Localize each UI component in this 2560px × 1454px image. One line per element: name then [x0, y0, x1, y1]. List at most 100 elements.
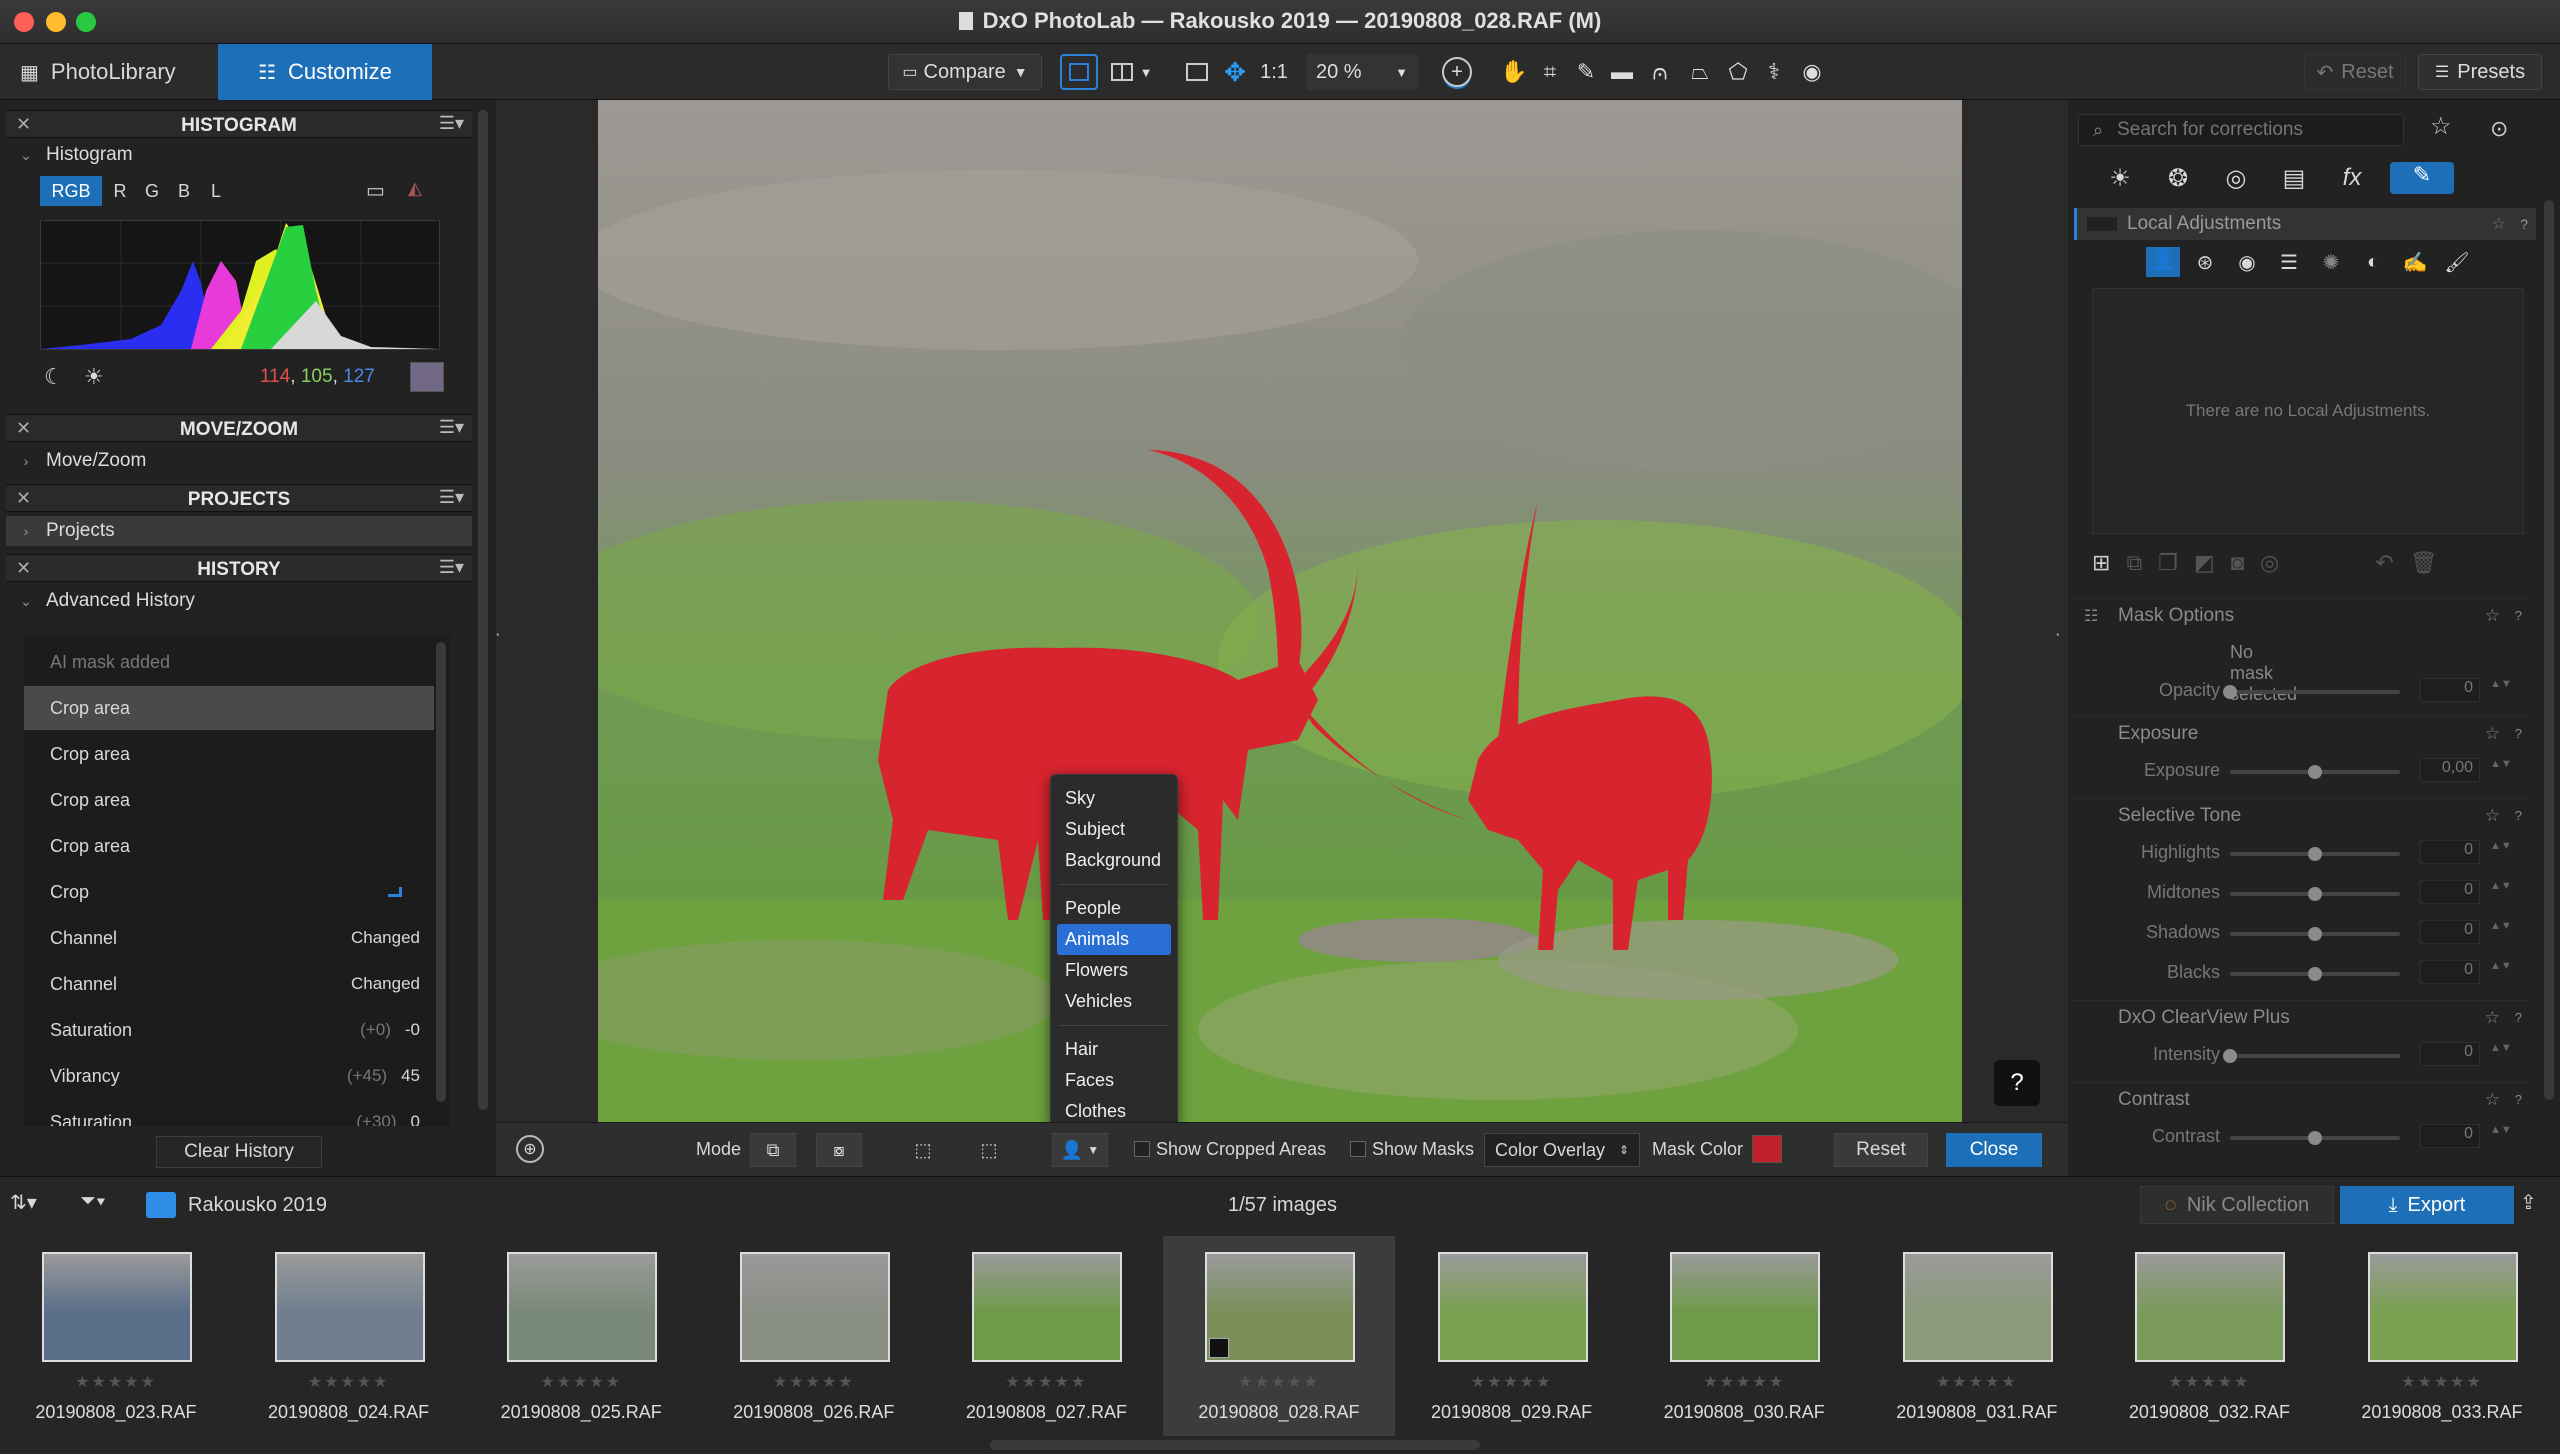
slider-track[interactable] [2230, 1131, 2400, 1145]
zoom-in-icon[interactable]: + [1442, 57, 1472, 87]
light-palette-icon[interactable]: ☀ [2100, 164, 2140, 193]
ai-mask-tool-icon[interactable]: 👤 [2146, 247, 2180, 277]
slider-track[interactable] [2230, 967, 2400, 981]
gamut-warning-icon[interactable]: ◭ [408, 178, 432, 206]
help-button[interactable]: ? [1994, 1060, 2040, 1106]
mask-menu-item[interactable]: People [1051, 893, 1177, 924]
section-header[interactable]: ☷ Mask Options ☆? [2070, 598, 2530, 632]
filmstrip-thumbnail[interactable]: ★★★★★ 20190808_033.RAF [2326, 1236, 2558, 1436]
rating-stars[interactable]: ★★★★★ [2326, 1372, 2558, 1392]
history-item[interactable]: Crop area [24, 778, 434, 822]
mask-menu-item[interactable]: Faces [1051, 1065, 1177, 1096]
section-header[interactable]: Contrast ☆? [2070, 1082, 2530, 1116]
add-icon[interactable]: ⊞ [2092, 550, 2110, 580]
detail-palette-icon[interactable]: ◎ [2216, 164, 2256, 193]
preview-eye-icon[interactable]: ◉ [1796, 54, 1828, 90]
favorite-star-icon[interactable]: ☆ [2492, 214, 2506, 234]
slider-value[interactable]: 0 [2420, 1042, 2480, 1066]
color-palette-icon[interactable]: ❂ [2158, 164, 2198, 193]
history-subheader[interactable]: ⌄ Advanced History [6, 586, 472, 616]
history-item[interactable]: Crop [24, 870, 434, 914]
rating-stars[interactable]: ★★★★★ [1396, 1372, 1628, 1392]
trash-icon[interactable]: 🗑 [2410, 550, 2438, 580]
mask-menu-item[interactable]: Animals [1057, 924, 1171, 955]
rating-stars[interactable]: ★★★★★ [698, 1372, 930, 1392]
filmstrip-thumbnail[interactable]: ★★★★★ 20190808_025.RAF [465, 1236, 697, 1436]
slider-track[interactable] [2230, 887, 2400, 901]
stepper-icon[interactable]: ▲▼ [2490, 758, 2512, 770]
left-panel-toggle[interactable]: • [496, 630, 502, 641]
show-masks-checkbox[interactable] [1350, 1141, 1366, 1157]
filmstrip-thumbnail[interactable]: ★★★★★ 20190808_023.RAF [0, 1236, 232, 1436]
copy-icon[interactable]: ❐ [2158, 550, 2178, 580]
brush-tool-icon[interactable]: 🖌 [2440, 250, 2474, 275]
sort-icon[interactable]: ⇅▾ [10, 1190, 37, 1215]
rating-stars[interactable]: ★★★★★ [930, 1372, 1162, 1392]
slider-track[interactable] [2230, 927, 2400, 941]
mask-color-swatch[interactable] [1752, 1135, 1782, 1163]
filmstrip-thumbnail[interactable]: ★★★★★ 20190808_026.RAF [698, 1236, 930, 1436]
slider-value[interactable]: 0 [2420, 678, 2480, 702]
filmstrip-thumbnail[interactable]: ★★★★★ 20190808_027.RAF [930, 1236, 1162, 1436]
show-cropped-checkbox[interactable] [1134, 1141, 1150, 1157]
local-adjustments-header[interactable]: Local Adjustments ☆ ? [2074, 208, 2536, 240]
moon-icon[interactable]: ☾ [44, 364, 64, 390]
slider-knob[interactable] [2308, 967, 2322, 981]
favorite-star-icon[interactable]: ☆ [2485, 1090, 2500, 1110]
compare-button[interactable]: ▭ Compare ▼ [888, 54, 1042, 90]
stepper-icon[interactable]: ▲▼ [2490, 1124, 2512, 1136]
help-icon[interactable]: ? [2515, 608, 2522, 623]
rating-stars[interactable]: ★★★★★ [1628, 1372, 1860, 1392]
stepper-icon[interactable]: ▲▼ [2490, 840, 2512, 852]
move-button[interactable]: ✥ [1218, 54, 1252, 90]
close-mask-button[interactable]: Close [1946, 1133, 2042, 1167]
favorite-star-icon[interactable]: ☆ [2485, 724, 2500, 744]
history-item[interactable]: Vibrancy (+45) 45 [24, 1054, 434, 1098]
visibility-icon[interactable]: ◎ [2260, 550, 2279, 580]
history-item[interactable]: Crop area [24, 824, 434, 868]
reset-mask-button[interactable]: Reset [1834, 1133, 1928, 1167]
slider-knob[interactable] [2308, 887, 2322, 901]
favorite-star-icon[interactable]: ☆ [2485, 1008, 2500, 1028]
search-input[interactable] [2117, 119, 2378, 141]
channel-rgb[interactable]: RGB [40, 176, 102, 206]
slider-value[interactable]: 0 [2420, 840, 2480, 864]
clear-history-button[interactable]: Clear History [156, 1136, 322, 1168]
rating-stars[interactable]: ★★★★★ [465, 1372, 697, 1392]
auto-mask-icon[interactable]: ✺ [2314, 250, 2348, 275]
tab-photolibrary[interactable]: ▦ PhotoLibrary [0, 44, 215, 100]
fit-button[interactable] [1180, 54, 1214, 90]
slider-value[interactable]: 0 [2420, 920, 2480, 944]
monitor-icon[interactable]: ▭ [366, 178, 396, 206]
toggle-icon[interactable]: ⊙ [2490, 116, 2530, 142]
history-scrollbar[interactable] [436, 642, 446, 1102]
section-header[interactable]: Exposure ☆? [2070, 716, 2530, 750]
slider-knob[interactable] [2308, 765, 2322, 779]
invert-icon[interactable]: ◩ [2194, 550, 2215, 580]
menu-icon[interactable]: ☰▾ [439, 557, 464, 578]
geometry-palette-icon[interactable]: ▤ [2274, 164, 2314, 193]
slider-value[interactable]: 0 [2420, 1124, 2480, 1148]
channel-r[interactable]: R [106, 176, 134, 206]
select-rect-icon[interactable]: ⬚ [900, 1133, 946, 1167]
slider-value[interactable]: 0 [2420, 960, 2480, 984]
menu-icon[interactable]: ☰▾ [439, 487, 464, 508]
reset-button[interactable]: ↶ Reset [2304, 54, 2406, 90]
stepper-icon[interactable]: ▲▼ [2490, 960, 2512, 972]
slider-knob[interactable] [2223, 1049, 2237, 1063]
select-minus-icon[interactable]: ⬚ [966, 1133, 1012, 1167]
history-item[interactable]: AI mask added [24, 640, 434, 684]
brush-auto-icon[interactable]: ✍ [2398, 250, 2432, 275]
right-panel-toggle[interactable]: • [2056, 630, 2062, 641]
menu-icon[interactable]: ☰▾ [439, 417, 464, 438]
history-item[interactable]: Crop area [24, 732, 434, 776]
tab-customize[interactable]: ☷ Customize [218, 44, 432, 100]
projects-subheader[interactable]: › Projects [6, 516, 472, 546]
hand-tool-icon[interactable]: ✋ [1498, 54, 1530, 90]
channel-b[interactable]: B [170, 176, 198, 206]
eraser-tool-icon[interactable]: ◐ [2356, 251, 2390, 274]
stepper-icon[interactable]: ▲▼ [2490, 920, 2512, 932]
slider-track[interactable] [2223, 1049, 2400, 1063]
history-header[interactable]: ✕ HISTORY ☰▾ [6, 554, 472, 582]
stepper-icon[interactable]: ▲▼ [2490, 1042, 2512, 1054]
